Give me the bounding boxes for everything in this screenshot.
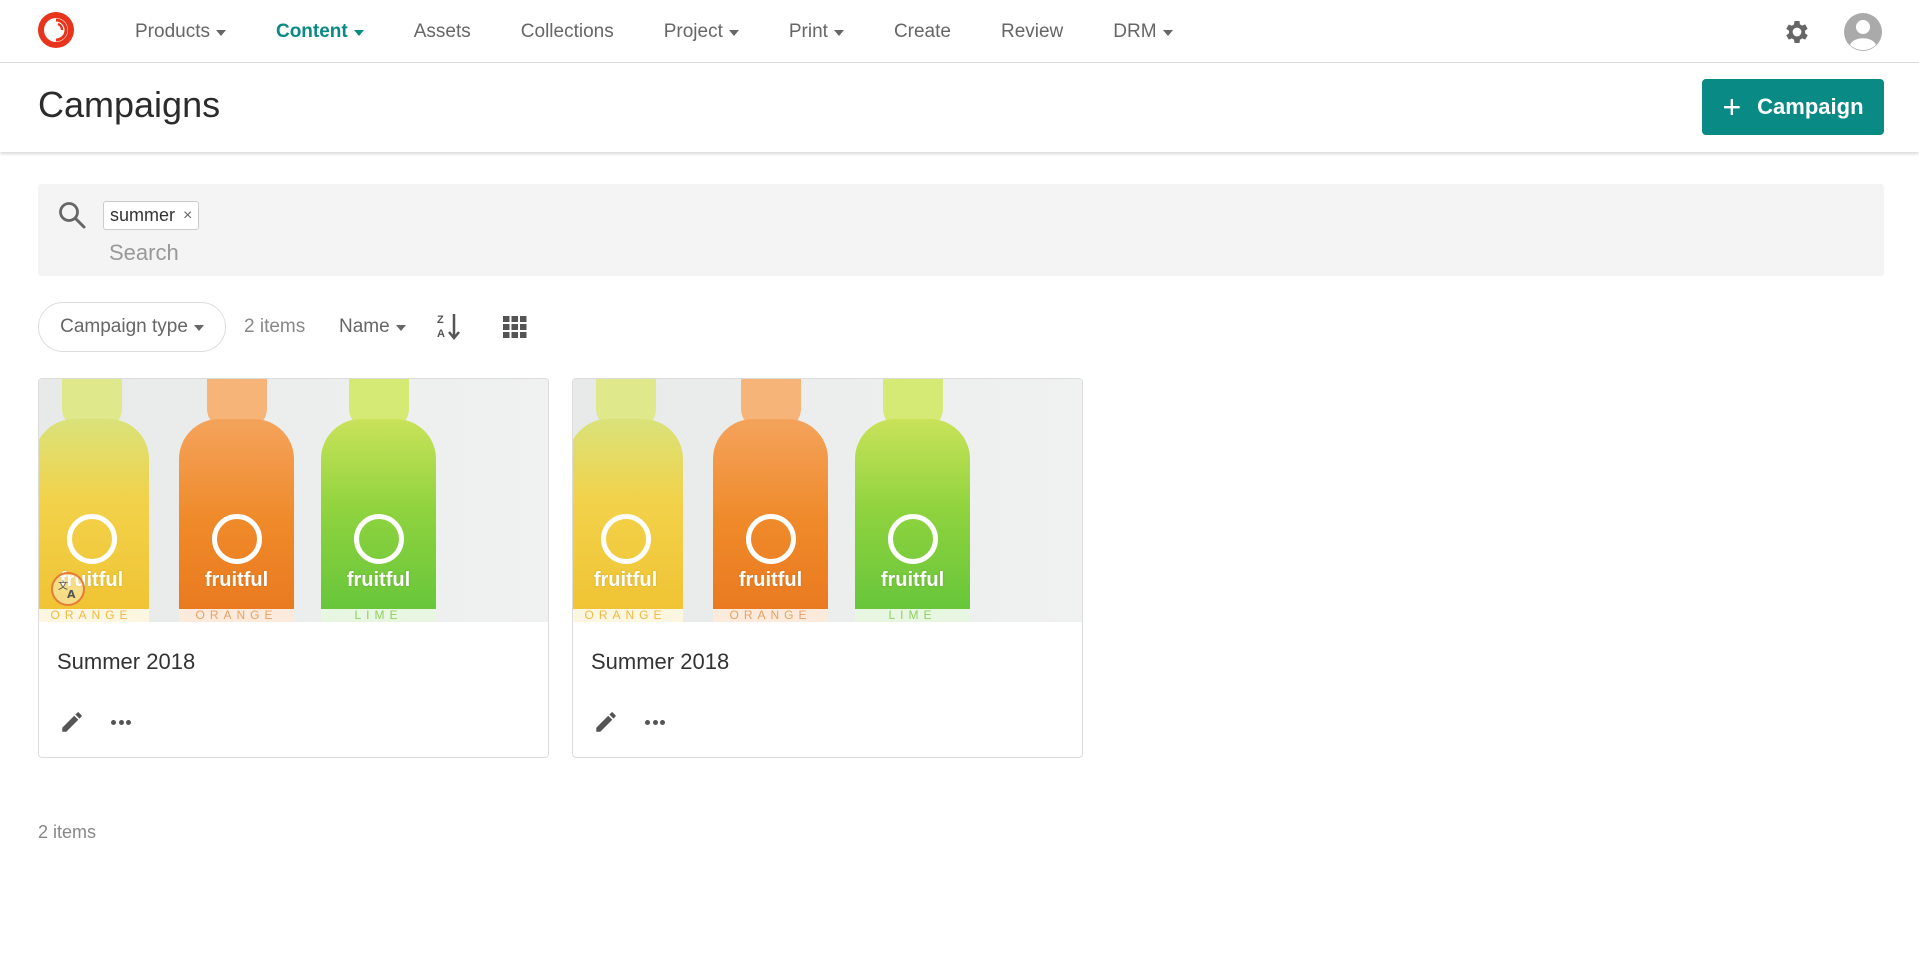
translate-icon[interactable]: 文A (51, 572, 85, 606)
page-title: Campaigns (38, 84, 221, 125)
nav-item-label: Content (275, 20, 348, 42)
search-icon (59, 202, 86, 229)
chevron-down-icon (193, 325, 204, 331)
bottle-flavor-text: ORANGE (50, 608, 133, 622)
more-options-icon[interactable] (645, 709, 665, 735)
bottle-brand-text: fruitful (346, 569, 411, 591)
page-header: Campaigns + Campaign (0, 64, 1919, 152)
grid-view-icon[interactable] (503, 316, 527, 338)
items-count: 2 items (244, 316, 306, 337)
svg-text:A: A (437, 328, 445, 340)
chevron-down-icon (833, 29, 844, 36)
nav-item-create[interactable]: Create (881, 0, 964, 63)
search-box: summer × (38, 184, 1884, 276)
bottle-flavor-text: LIME (354, 608, 403, 622)
bottle-brand-text: fruitful (880, 569, 945, 591)
campaign-title[interactable]: Summer 2018 (57, 649, 195, 675)
bottle-flavor-text: ORANGE (584, 608, 667, 622)
nav-item-collections[interactable]: Collections (508, 0, 627, 63)
chip-remove-icon[interactable]: × (183, 207, 192, 225)
nav-item-drm[interactable]: DRM (1100, 0, 1185, 63)
nav-item-review[interactable]: Review (988, 0, 1076, 63)
nav-item-label: Assets (413, 20, 471, 42)
nav-item-label: Collections (520, 20, 614, 42)
campaign-thumbnail[interactable]: fruitful ORANGE fruitful ORANGE fruitful LIME… (39, 379, 548, 622)
plus-icon: + (1722, 89, 1742, 125)
user-avatar-icon[interactable] (1843, 12, 1883, 52)
pencil-icon[interactable] (59, 709, 85, 735)
bottle-brand-text: fruitful (738, 569, 803, 591)
sitecore-logo-icon[interactable] (37, 11, 75, 49)
nav-item-products[interactable]: Products (122, 0, 239, 63)
nav-item-print[interactable]: Print (776, 0, 857, 63)
nav-item-assets[interactable]: Assets (401, 0, 484, 63)
bottle-brand-text: fruitful (593, 569, 658, 591)
bottle-image: fruitful ORANGE (179, 379, 294, 622)
nav-item-content[interactable]: Content (263, 0, 377, 63)
top-navigation: Products Content Assets Collections Project P… (0, 0, 1919, 63)
chevron-down-icon (353, 29, 364, 36)
bottle-image: fruitful ORANGE (713, 379, 828, 622)
sort-field-dropdown[interactable]: Name (339, 316, 406, 338)
nav-item-label: Review (1000, 20, 1064, 42)
chevron-down-icon (215, 29, 226, 36)
campaign-type-label: Campaign type (60, 316, 188, 337)
sort-field-label: Name (339, 316, 390, 337)
campaign-card[interactable]: fruitful ORANGE fruitful ORANGE fruitful LIME… (38, 378, 549, 758)
nav-item-label: Print (788, 20, 828, 42)
campaign-card[interactable]: fruitful ORANGE fruitful ORANGE fruitful LIME… (572, 378, 1083, 758)
svg-text:A: A (67, 588, 76, 600)
bottle-image: fruitful LIME (321, 379, 436, 622)
chevron-down-icon (728, 29, 739, 36)
search-filter-chip: summer × (103, 201, 200, 230)
campaign-type-filter[interactable]: Campaign type (38, 302, 226, 352)
main-menu: Products Content Assets Collections Project P… (110, 0, 1198, 63)
gear-icon[interactable] (1782, 17, 1812, 47)
bottle-flavor-text: ORANGE (195, 608, 278, 622)
pencil-icon[interactable] (593, 709, 619, 735)
campaign-thumbnail[interactable]: fruitful ORANGE fruitful ORANGE fruitful LIME (573, 379, 1082, 622)
bottle-image: fruitful LIME (855, 379, 970, 622)
add-campaign-button[interactable]: + Campaign (1702, 79, 1884, 135)
bottle-flavor-text: LIME (888, 608, 937, 622)
bottle-flavor-text: ORANGE (729, 608, 812, 622)
search-input[interactable] (109, 237, 1809, 269)
nav-item-project[interactable]: Project (651, 0, 752, 63)
nav-item-label: Create (893, 20, 951, 42)
bottle-image: fruitful ORANGE (573, 379, 683, 622)
campaign-title[interactable]: Summer 2018 (591, 649, 729, 675)
add-campaign-label: Campaign (1757, 94, 1864, 119)
footer-items-count: 2 items (38, 822, 97, 842)
sort-z-a-icon[interactable]: Z A (436, 311, 462, 341)
svg-text:Z: Z (437, 314, 444, 326)
more-options-icon[interactable] (111, 709, 131, 735)
chevron-down-icon (395, 325, 406, 331)
nav-item-label: Products (135, 20, 210, 42)
chip-label: summer (110, 205, 176, 225)
bottle-brand-text: fruitful (204, 569, 269, 591)
nav-item-label: DRM (1113, 20, 1157, 42)
chevron-down-icon (1162, 29, 1173, 36)
nav-item-label: Project (663, 20, 723, 42)
